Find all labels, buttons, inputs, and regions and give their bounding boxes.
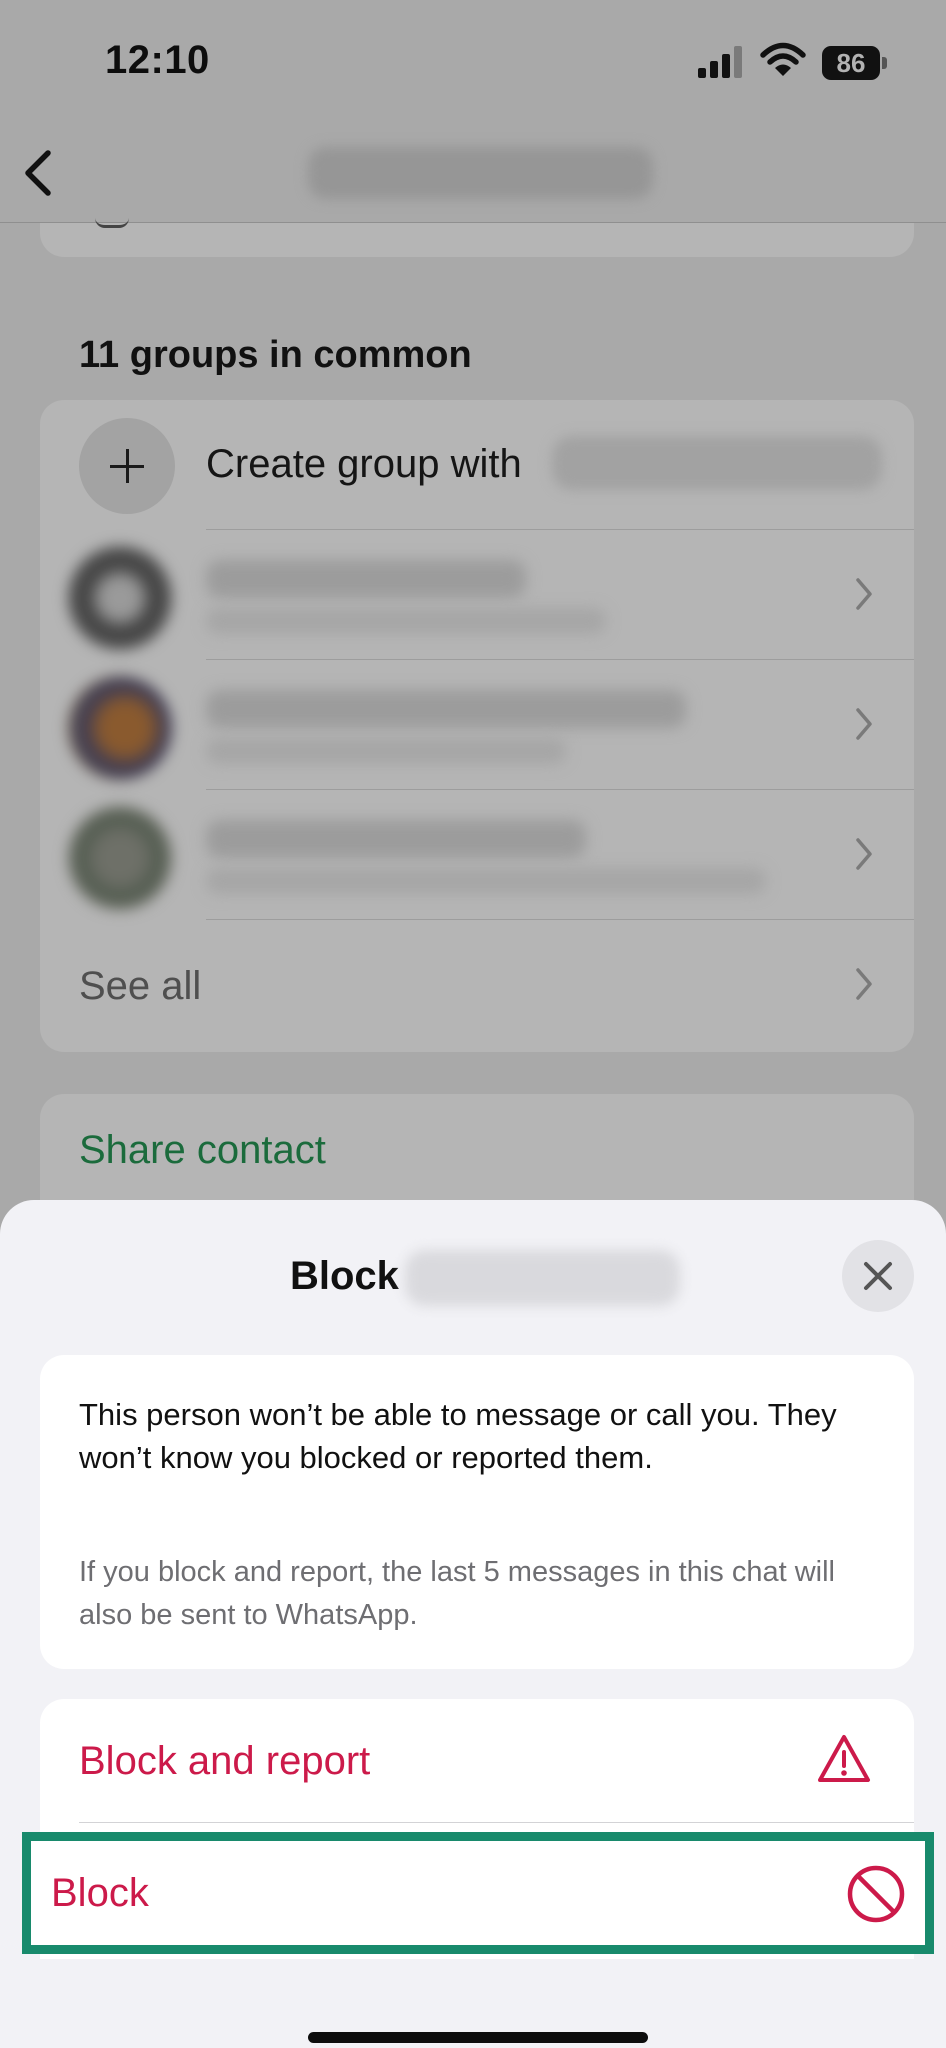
chevron-left-icon[interactable] xyxy=(16,145,60,201)
sheet-header: Block xyxy=(0,1240,946,1316)
warning-icon xyxy=(818,1735,870,1782)
chevron-right-icon xyxy=(856,968,872,1000)
group-avatar xyxy=(68,676,172,780)
create-group-row[interactable]: Create group with xyxy=(40,400,914,530)
see-all-label: See all xyxy=(79,964,202,1008)
close-button[interactable] xyxy=(842,1240,914,1312)
block-and-report-label: Block and report xyxy=(79,1739,371,1783)
group-subtitle-redacted xyxy=(206,608,606,634)
group-avatar xyxy=(68,806,172,910)
contact-name-redacted xyxy=(405,1250,680,1306)
block-info-secondary: If you block and report, the last 5 mess… xyxy=(79,1556,835,1631)
block-info-card: This person won’t be able to message or … xyxy=(40,1355,914,1669)
groups-list: Create group with See all xyxy=(40,400,914,1052)
group-name-redacted xyxy=(206,560,526,598)
wifi-icon xyxy=(760,42,806,76)
see-all-row[interactable]: See all xyxy=(40,920,914,1050)
status-time: 12:10 xyxy=(105,38,210,82)
group-subtitle-redacted xyxy=(206,738,566,764)
block-icon xyxy=(847,1865,905,1923)
block-label: Block xyxy=(51,1871,149,1915)
group-row[interactable] xyxy=(40,660,914,790)
block-and-report-button[interactable]: Block and report xyxy=(40,1699,914,1823)
group-avatar xyxy=(68,546,172,650)
sheet-title: Block xyxy=(290,1254,399,1298)
chevron-right-icon xyxy=(856,838,872,870)
block-button[interactable]: Block xyxy=(22,1832,934,1954)
group-subtitle-redacted xyxy=(206,868,766,894)
create-group-label: Create group with xyxy=(206,442,522,486)
battery-level: 86 xyxy=(822,46,880,80)
cellular-signal-icon xyxy=(698,46,742,78)
nav-bar xyxy=(0,125,946,223)
card-icon-fragment xyxy=(95,218,129,228)
group-name-redacted xyxy=(206,690,686,728)
battery-icon: 86 xyxy=(822,46,888,80)
block-info-primary: This person won’t be able to message or … xyxy=(79,1397,837,1475)
plus-icon xyxy=(79,418,175,514)
close-icon xyxy=(864,1262,892,1290)
contact-info-card xyxy=(40,223,914,257)
group-row[interactable] xyxy=(40,790,914,920)
status-bar: 12:10 86 xyxy=(0,0,946,125)
groups-in-common-title: 11 groups in common xyxy=(79,334,472,376)
contact-name-redacted xyxy=(552,436,882,490)
group-name-redacted xyxy=(206,820,586,858)
chevron-right-icon xyxy=(856,708,872,740)
contact-name-redacted xyxy=(308,147,653,199)
share-contact-label: Share contact xyxy=(79,1128,326,1172)
chevron-right-icon xyxy=(856,578,872,610)
home-indicator[interactable] xyxy=(308,2032,648,2043)
group-row[interactable] xyxy=(40,530,914,660)
